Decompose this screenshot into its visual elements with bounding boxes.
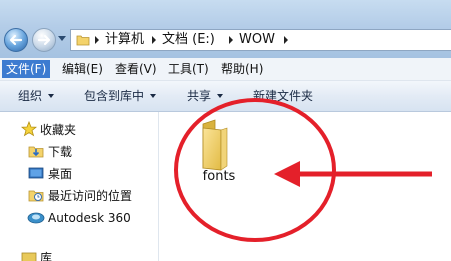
annotation-arrow-head	[274, 161, 300, 187]
annotation-circle	[174, 98, 336, 242]
annotation-overlay	[174, 98, 432, 242]
explorer-window: 计算机 文档 (E:) WOW 文件(F) 编辑(E) 查看(V) 工具(T) …	[0, 0, 451, 261]
